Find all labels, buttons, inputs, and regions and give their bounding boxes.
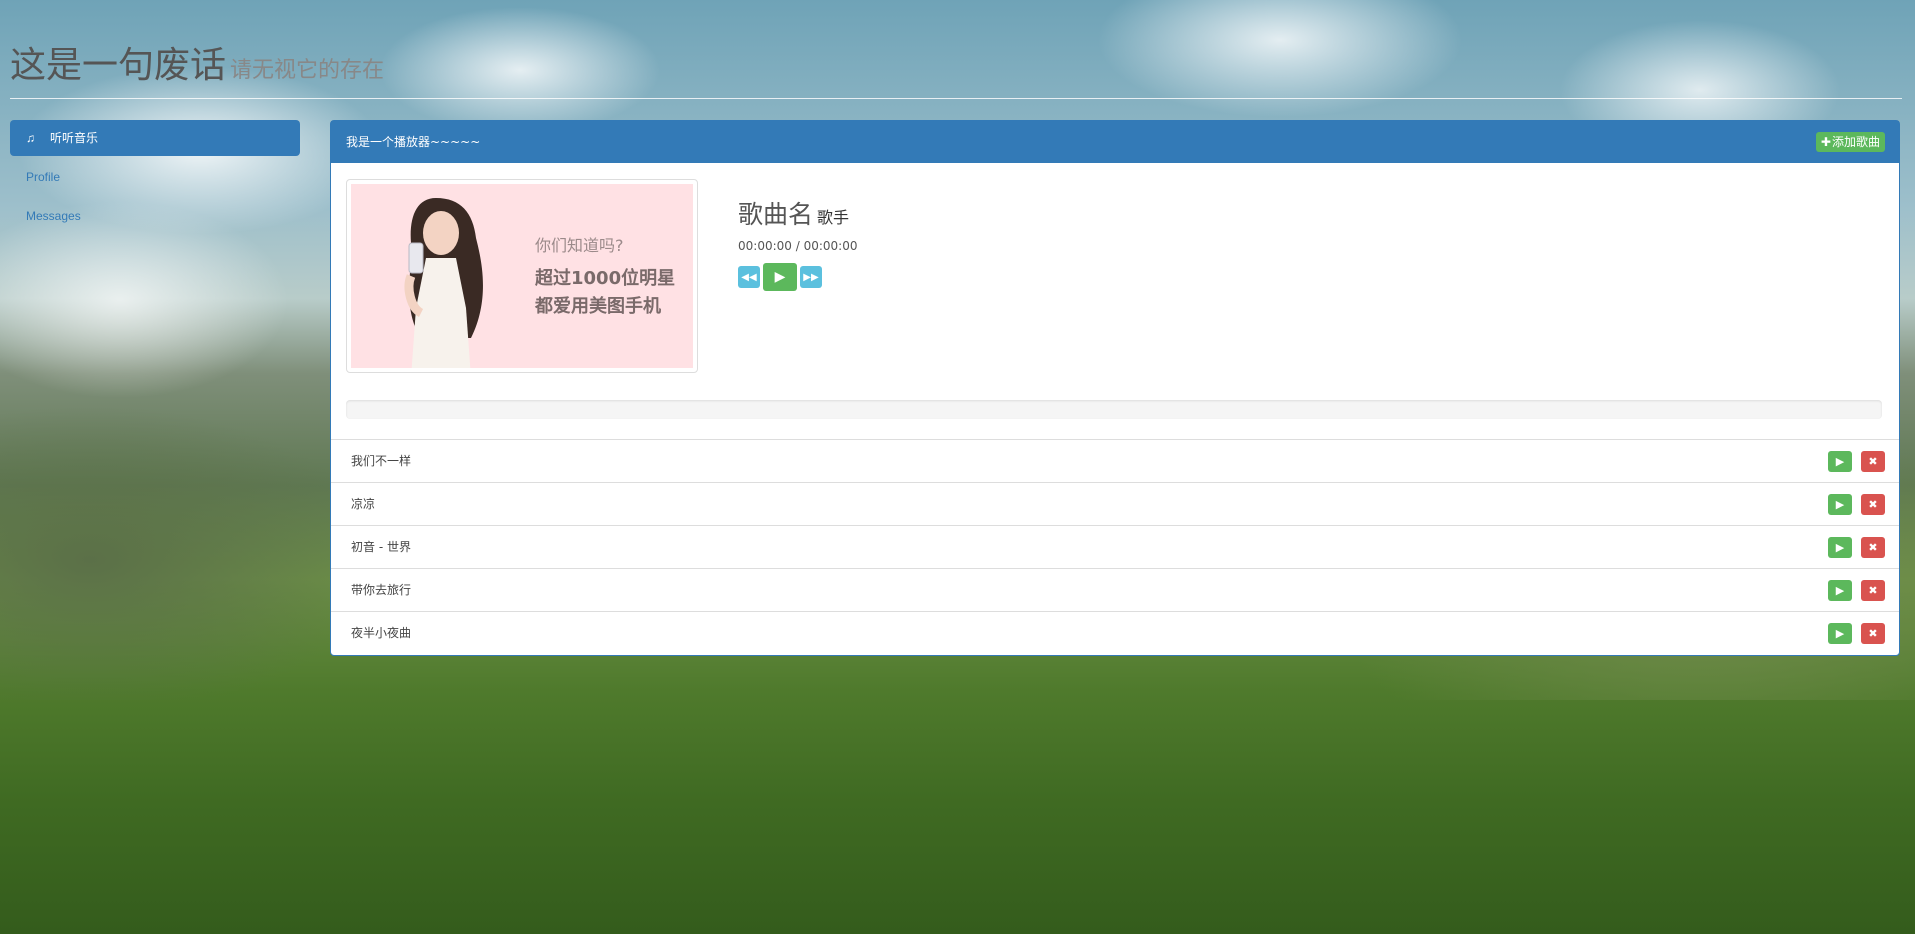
close-icon: ✖ — [1868, 627, 1878, 640]
plus-icon: ✚ — [1820, 135, 1831, 149]
play-song-button[interactable]: ▶ — [1828, 580, 1852, 601]
play-icon: ▶ — [774, 269, 786, 285]
forward-icon: ▶▶ — [803, 271, 819, 283]
album-cover: 你们知道吗? 超过1000位明星 都爱用美图手机 — [346, 179, 698, 373]
playlist: 我们不一样 ▶ ✖ 凉凉 ▶ ✖ 初音 - 世界 ▶ ✖ 带你去旅行 ▶ ✖ 夜… — [331, 439, 1899, 654]
close-icon: ✖ — [1868, 498, 1878, 511]
play-button[interactable]: ▶ — [763, 263, 797, 291]
backward-icon: ◀◀ — [741, 271, 757, 283]
play-icon: ▶ — [1835, 584, 1845, 597]
sidebar-item-profile[interactable]: Profile — [10, 159, 300, 195]
play-song-button[interactable]: ▶ — [1828, 623, 1852, 644]
delete-song-button[interactable]: ✖ — [1861, 537, 1885, 558]
play-song-button[interactable]: ▶ — [1828, 451, 1852, 472]
close-icon: ✖ — [1868, 455, 1878, 468]
play-icon: ▶ — [1835, 627, 1845, 640]
song-name: 我们不一样 — [351, 454, 412, 468]
close-icon: ✖ — [1868, 541, 1878, 554]
panel-title: 我是一个播放器~~~~~ — [346, 135, 481, 149]
play-icon: ▶ — [1835, 498, 1845, 511]
page-header: 这是一句废话 请无视它的存在 — [10, 36, 1902, 99]
song-info: 歌曲名 歌手 00:00:00 / 00:00:00 ◀◀ ▶ ▶▶ — [738, 195, 857, 291]
sidebar-item-music[interactable]: ♫ 听听音乐 — [10, 120, 300, 156]
add-song-button[interactable]: ✚添加歌曲 — [1815, 132, 1885, 152]
play-icon: ▶ — [1835, 455, 1845, 468]
list-item: 我们不一样 ▶ ✖ — [331, 439, 1899, 482]
cover-text-line3: 都爱用美图手机 — [535, 296, 661, 317]
woman-with-phone-image — [404, 198, 483, 368]
player-panel: 我是一个播放器~~~~~ ✚添加歌曲 你们知道吗? 超过1000位明星 都爱用美… — [330, 120, 1900, 656]
close-icon: ✖ — [1868, 584, 1878, 597]
player-controls: ◀◀ ▶ ▶▶ — [738, 263, 857, 291]
playback-progress[interactable] — [346, 400, 1882, 419]
song-artist: 歌手 — [817, 208, 850, 227]
song-title: 歌曲名 歌手 — [738, 200, 850, 229]
page-subtitle: 请无视它的存在 — [230, 58, 385, 83]
song-time: 00:00:00 / 00:00:00 — [738, 239, 858, 253]
sidebar-nav: ♫ 听听音乐 Profile Messages — [10, 120, 300, 237]
previous-button[interactable]: ◀◀ — [738, 266, 760, 288]
list-item: 初音 - 世界 ▶ ✖ — [331, 525, 1899, 568]
sidebar-item-messages[interactable]: Messages — [10, 198, 300, 234]
delete-song-button[interactable]: ✖ — [1861, 494, 1885, 515]
delete-song-button[interactable]: ✖ — [1861, 623, 1885, 644]
page-title: 这是一句废话 请无视它的存在 — [10, 45, 385, 86]
song-name: 夜半小夜曲 — [351, 626, 412, 640]
list-item: 凉凉 ▶ ✖ — [331, 482, 1899, 525]
play-icon: ▶ — [1835, 541, 1845, 554]
song-name: 凉凉 — [351, 497, 376, 511]
next-button[interactable]: ▶▶ — [800, 266, 822, 288]
play-song-button[interactable]: ▶ — [1828, 494, 1852, 515]
delete-song-button[interactable]: ✖ — [1861, 580, 1885, 601]
delete-song-button[interactable]: ✖ — [1861, 451, 1885, 472]
panel-heading: 我是一个播放器~~~~~ ✚添加歌曲 — [331, 121, 1899, 163]
song-name: 初音 - 世界 — [351, 540, 411, 554]
song-name: 带你去旅行 — [351, 583, 412, 597]
cover-text-line2: 超过1000位明星 — [535, 268, 676, 289]
play-song-button[interactable]: ▶ — [1828, 537, 1852, 558]
list-item: 带你去旅行 ▶ ✖ — [331, 568, 1899, 611]
music-icon: ♫ — [26, 131, 35, 145]
cover-text-line1: 你们知道吗? — [535, 236, 624, 255]
list-item: 夜半小夜曲 ▶ ✖ — [331, 611, 1899, 654]
cover-ad-image: 你们知道吗? 超过1000位明星 都爱用美图手机 — [351, 184, 693, 368]
